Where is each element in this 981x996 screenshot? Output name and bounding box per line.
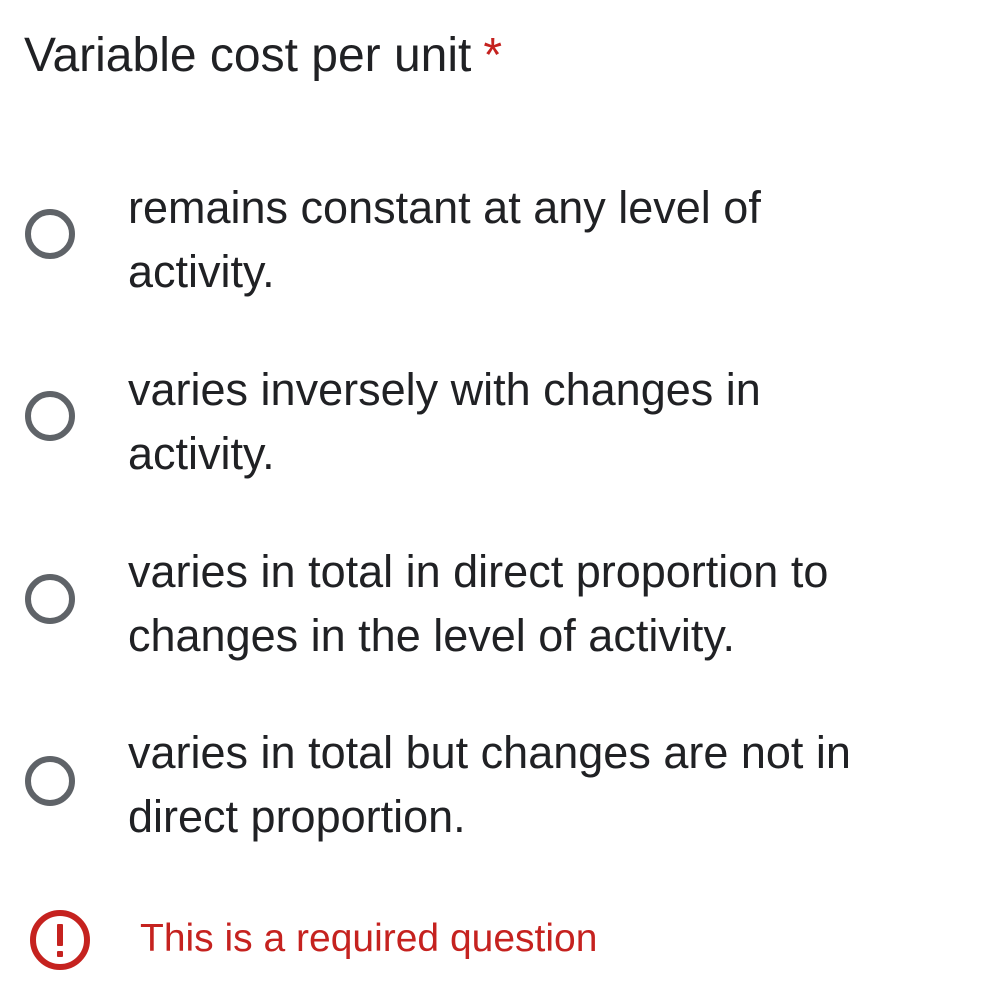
option-label-line: remains constant at any level of	[128, 182, 761, 233]
radio-option-3[interactable]: varies in total in direct proportion to …	[0, 540, 981, 670]
question-title: Variable cost per unit *	[24, 26, 502, 86]
radio-option-2[interactable]: varies inversely with changes in activit…	[0, 358, 981, 488]
option-label-line: direct proportion.	[128, 791, 466, 842]
option-label-line: varies in total in direct proportion to	[128, 546, 829, 597]
option-label[interactable]: varies inversely with changes in activit…	[128, 358, 928, 486]
option-label[interactable]: varies in total in direct proportion to …	[128, 540, 928, 668]
error-message: This is a required question	[140, 917, 598, 960]
question-title-text: Variable cost per unit	[24, 29, 472, 82]
option-label-line: varies inversely with changes in	[128, 364, 761, 415]
option-label[interactable]: remains constant at any level of activit…	[128, 176, 928, 304]
question-card: Variable cost per unit * remains constant…	[0, 0, 981, 996]
required-asterisk: *	[483, 29, 503, 82]
option-label-line: changes in the level of activity.	[128, 610, 735, 661]
option-label[interactable]: varies in total but changes are not in d…	[128, 721, 928, 849]
radio-button-icon[interactable]	[25, 209, 75, 259]
required-error: This is a required question	[0, 908, 981, 974]
option-label-line: activity.	[128, 246, 275, 297]
radio-button-icon[interactable]	[25, 391, 75, 441]
radio-option-1[interactable]: remains constant at any level of activit…	[0, 176, 981, 306]
option-label-line: varies in total but changes are not in	[128, 727, 851, 778]
radio-button-icon[interactable]	[25, 574, 75, 624]
option-label-line: activity.	[128, 428, 275, 479]
error-exclamation-icon	[30, 910, 90, 970]
radio-button-icon[interactable]	[25, 756, 75, 806]
radio-option-4[interactable]: varies in total but changes are not in d…	[0, 721, 981, 851]
